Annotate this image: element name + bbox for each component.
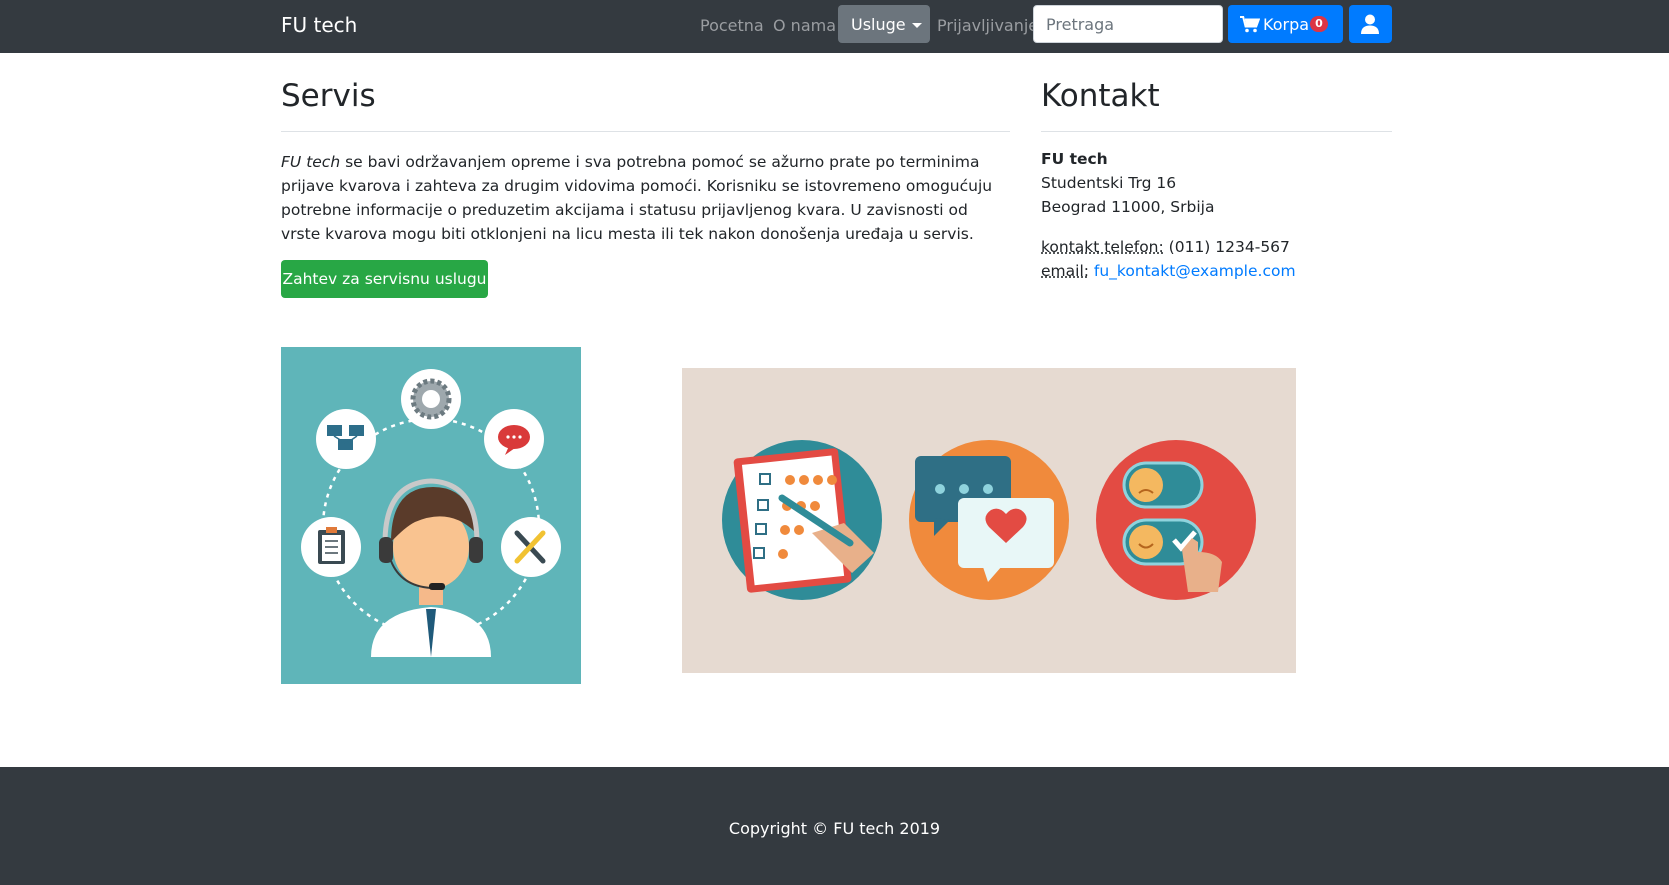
- search-input[interactable]: [1033, 5, 1223, 43]
- computers-network-icon: [316, 409, 376, 469]
- usluge-dropdown-button[interactable]: Usluge: [838, 5, 930, 43]
- servis-divider: [281, 131, 1010, 132]
- rating-checklist-icon: [722, 440, 882, 600]
- contact-street: Studentski Trg 16: [1041, 174, 1177, 192]
- contact-company: FU tech: [1041, 150, 1108, 168]
- cart-label: Korpa: [1263, 15, 1310, 34]
- shopping-cart-icon: [1240, 16, 1260, 33]
- copyright-text: Copyright © FU tech 2019: [728, 819, 941, 838]
- page-footer: Copyright © FU tech 2019: [0, 767, 1669, 885]
- feedback-illustration: [682, 368, 1296, 673]
- caret-down-icon: [912, 23, 922, 28]
- clipboard-icon: [301, 517, 361, 577]
- usluge-dropdown-label: Usluge: [851, 15, 906, 34]
- phone-number: (011) 1234-567: [1168, 238, 1290, 256]
- service-request-button[interactable]: Zahtev za servisnu uslugu: [281, 260, 488, 298]
- satisfaction-toggle-icon: [1096, 440, 1256, 600]
- support-agent-illustration: [281, 347, 581, 684]
- nav-link-pocetna[interactable]: Pocetna: [700, 16, 764, 35]
- tools-icon: [501, 517, 561, 577]
- cart-button[interactable]: Korpa 0: [1228, 5, 1343, 43]
- kontakt-heading: Kontakt: [1041, 78, 1160, 114]
- gear-icon: [401, 369, 461, 429]
- top-navbar: FU tech Pocetna O nama Usluge Prijavljiv…: [0, 0, 1669, 53]
- cart-count-badge: 0: [1310, 16, 1328, 32]
- brand-logo[interactable]: FU tech: [281, 13, 357, 37]
- chat-bubble-icon: [484, 409, 544, 469]
- email-label: email:: [1041, 262, 1089, 280]
- nav-link-prijavljivanje[interactable]: Prijavljivanje: [937, 16, 1038, 35]
- company-name-emphasis: FU tech: [281, 153, 341, 171]
- servis-heading: Servis: [281, 78, 376, 114]
- email-link[interactable]: fu_kontakt@example.com: [1094, 262, 1296, 280]
- user-account-button[interactable]: [1349, 5, 1392, 43]
- kontakt-divider: [1041, 131, 1392, 132]
- nav-link-o-nama[interactable]: O nama: [773, 16, 836, 35]
- servis-description-text: se bavi održavanjem opreme i sva potrebn…: [281, 153, 993, 243]
- user-icon: [1361, 14, 1379, 34]
- contact-email-row: email: fu_kontakt@example.com: [1041, 262, 1296, 280]
- contact-city: Beograd 11000, Srbija: [1041, 198, 1215, 216]
- contact-phone-row: kontakt telefon: (011) 1234-567: [1041, 238, 1290, 256]
- servis-description: FU tech se bavi održavanjem opreme i sva…: [281, 150, 1009, 246]
- phone-label: kontakt telefon:: [1041, 238, 1164, 256]
- chat-heart-icon: [909, 440, 1069, 600]
